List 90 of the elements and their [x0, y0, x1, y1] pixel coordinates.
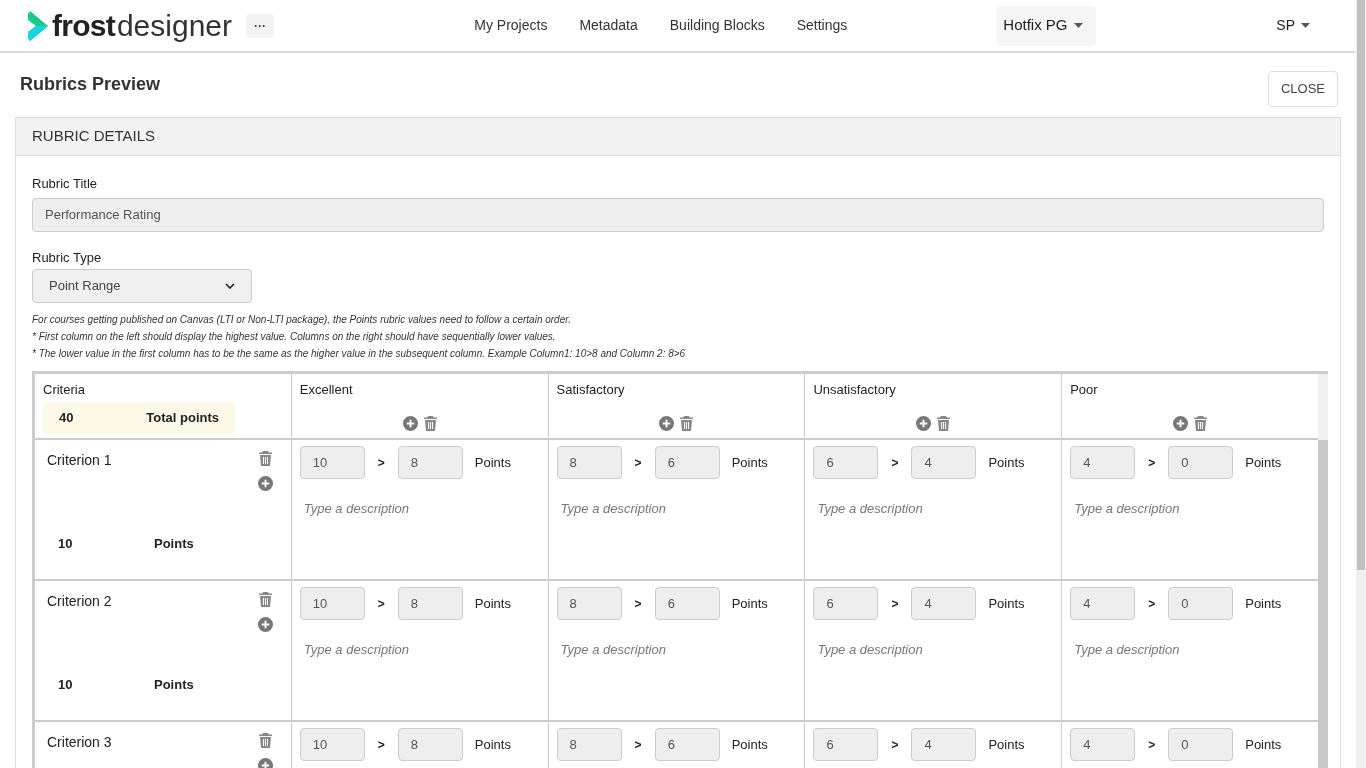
- user-menu[interactable]: SP: [1276, 15, 1310, 36]
- high-value-field[interactable]: 6: [813, 728, 879, 761]
- low-value-field[interactable]: 8: [397, 728, 463, 761]
- note-text: * The lower value in the first column has to be the same as the higher value in the subsequent column. Example Column1: 10>8 and Column 2: 8>6: [32, 347, 687, 361]
- low-value-field[interactable]: 6: [654, 446, 720, 479]
- description-field[interactable]: Type a description: [813, 640, 1054, 660]
- description-field[interactable]: Type a description: [299, 499, 540, 519]
- column-header: Unsatisfactory: [813, 381, 897, 399]
- criterion-points-value: 10: [58, 534, 74, 553]
- high-value-field[interactable]: 8: [556, 446, 622, 479]
- high-value-field[interactable]: 4: [1070, 446, 1136, 479]
- points-unit: Points: [731, 453, 768, 472]
- more-button[interactable]: ···: [246, 13, 274, 38]
- points-unit: Points: [731, 735, 768, 754]
- range-separator: >: [891, 454, 899, 472]
- logo[interactable]: frostdesigner: [28, 10, 232, 41]
- note-text: * First column on the left should display the highest value. Columns on the right should have sequentially lower values.: [32, 330, 557, 344]
- points-unit: Points: [988, 594, 1025, 613]
- rubric-title-field[interactable]: Performance Rating: [32, 197, 1324, 232]
- description-field[interactable]: Type a description: [556, 640, 797, 660]
- low-value-field[interactable]: 0: [1168, 728, 1234, 761]
- field-label: Rubric Title: [32, 175, 99, 193]
- high-value-field[interactable]: 8: [556, 728, 622, 761]
- range-separator: >: [377, 454, 385, 472]
- description-field[interactable]: Type a description: [1070, 499, 1310, 519]
- criterion-points-label: Points: [154, 675, 194, 694]
- points-unit: Points: [474, 453, 511, 472]
- rubric-type-select[interactable]: Point Range: [32, 269, 252, 303]
- points-unit: Points: [731, 594, 768, 613]
- low-value-field[interactable]: 6: [654, 587, 720, 620]
- description-field[interactable]: Type a description: [556, 499, 797, 519]
- criterion-points-label: Points: [154, 534, 194, 553]
- points-unit: Points: [474, 594, 511, 613]
- points-unit: Points: [474, 735, 511, 754]
- range-separator: >: [1148, 595, 1156, 613]
- high-value-field[interactable]: 4: [1070, 587, 1136, 620]
- low-value-field[interactable]: 4: [911, 446, 977, 479]
- range-separator: >: [377, 595, 385, 613]
- description-field[interactable]: Type a description: [299, 640, 540, 660]
- points-unit: Points: [988, 735, 1025, 754]
- low-value-field[interactable]: 6: [654, 728, 720, 761]
- high-value-field[interactable]: 6: [813, 446, 879, 479]
- column-header: Poor: [1070, 381, 1099, 399]
- points-unit: Points: [1245, 735, 1282, 754]
- range-separator: >: [634, 736, 642, 754]
- column-header: Excellent: [299, 381, 354, 399]
- project-dropdown[interactable]: Hotfix PG: [997, 5, 1097, 46]
- description-field[interactable]: Type a description: [1070, 640, 1310, 660]
- nav-link[interactable]: Settings: [796, 15, 848, 36]
- points-unit: Points: [988, 453, 1025, 472]
- high-value-field[interactable]: 4: [1070, 728, 1136, 761]
- high-value-field[interactable]: 8: [556, 587, 622, 620]
- logo-bold-text: frost: [52, 10, 115, 41]
- range-separator: >: [634, 454, 642, 472]
- total-points-value: 40: [59, 408, 75, 427]
- nav-link[interactable]: Building Blocks: [669, 15, 765, 36]
- range-separator: >: [634, 595, 642, 613]
- range-separator: >: [377, 736, 385, 754]
- range-separator: >: [891, 736, 899, 754]
- panel-heading: RUBRIC DETAILS: [32, 126, 156, 147]
- low-value-field[interactable]: 4: [911, 587, 977, 620]
- low-value-field[interactable]: 0: [1168, 446, 1234, 479]
- low-value-field[interactable]: 0: [1168, 587, 1234, 620]
- high-value-field[interactable]: 10: [299, 587, 365, 620]
- nav-link[interactable]: Metadata: [579, 15, 638, 36]
- low-value-field[interactable]: 8: [397, 587, 463, 620]
- points-unit: Points: [1245, 594, 1282, 613]
- criterion-points-value: 10: [58, 675, 74, 694]
- criterion-name: Criterion 2: [47, 592, 112, 611]
- high-value-field[interactable]: 10: [299, 446, 365, 479]
- column-header: Satisfactory: [556, 381, 626, 399]
- range-separator: >: [891, 595, 899, 613]
- description-field[interactable]: Type a description: [813, 499, 1054, 519]
- field-label: Rubric Type: [32, 248, 103, 267]
- note-text: For courses getting published on Canvas (LTI or Non-LTI package), the Points rubric values need to follow a certain order.: [32, 313, 572, 327]
- criterion-name: Criterion 1: [47, 451, 112, 470]
- criterion-name: Criterion 3: [47, 733, 112, 752]
- total-points-label: Total points: [146, 408, 219, 427]
- range-separator: >: [1148, 454, 1156, 472]
- range-separator: >: [1148, 736, 1156, 754]
- high-value-field[interactable]: 10: [299, 728, 365, 761]
- low-value-field[interactable]: 4: [911, 728, 977, 761]
- close-button[interactable]: CLOSE: [1267, 71, 1338, 107]
- logo-light-text: designer: [116, 10, 232, 41]
- page-title: Rubrics Preview: [20, 73, 161, 96]
- low-value-field[interactable]: 8: [397, 446, 463, 479]
- nav-link[interactable]: My Projects: [474, 15, 548, 36]
- points-unit: Points: [1245, 453, 1282, 472]
- column-header: Criteria: [43, 381, 86, 399]
- high-value-field[interactable]: 6: [813, 587, 879, 620]
